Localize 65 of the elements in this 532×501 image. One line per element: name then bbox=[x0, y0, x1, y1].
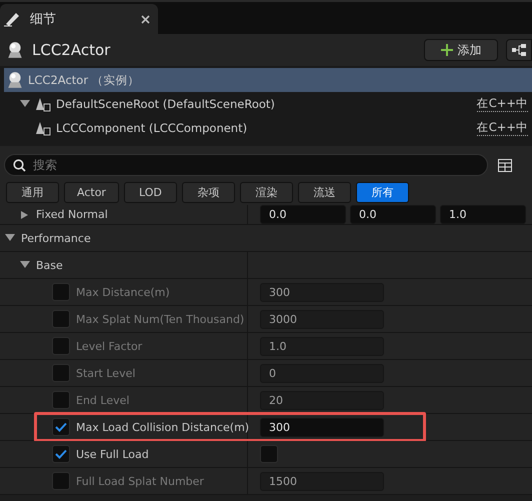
expand-arrow-icon[interactable] bbox=[20, 210, 30, 218]
checkbox[interactable] bbox=[52, 391, 70, 409]
property-label: Fixed Normal bbox=[36, 208, 108, 221]
filter-tab[interactable]: Actor bbox=[64, 182, 119, 203]
component-label: LCCComponent (LCCComponent) bbox=[56, 121, 248, 135]
plus-icon bbox=[440, 44, 452, 56]
property-label: Full Load Splat Number bbox=[76, 474, 204, 488]
component-row[interactable]: DefaultSceneRoot (DefaultSceneRoot) 在C++中 bbox=[4, 92, 532, 116]
number-field[interactable]: 3000 bbox=[260, 310, 384, 328]
tab-title: 细节 bbox=[30, 11, 57, 28]
property-label: Max Splat Num(Ten Thousand) bbox=[76, 312, 244, 326]
component-row[interactable]: LCC2Actor （实例） bbox=[4, 68, 532, 92]
number-field[interactable]: 300 bbox=[260, 282, 384, 302]
hierarchy-icon bbox=[512, 44, 526, 56]
checkbox[interactable] bbox=[52, 472, 70, 490]
close-icon[interactable] bbox=[141, 14, 150, 24]
component-label: DefaultSceneRoot (DefaultSceneRoot) bbox=[56, 97, 276, 111]
edit-in-cpp-link[interactable]: 在C++中 bbox=[476, 96, 528, 112]
checkbox[interactable] bbox=[260, 445, 278, 463]
filter-tab[interactable]: 流送 bbox=[298, 182, 351, 203]
hierarchy-button[interactable] bbox=[506, 39, 532, 61]
add-button[interactable]: 添加 bbox=[424, 39, 498, 61]
property-label: Max Load Collision Distance(m) bbox=[76, 420, 250, 434]
filter-tab[interactable]: 所有 bbox=[356, 182, 409, 203]
subcategory-title: Base bbox=[36, 258, 63, 272]
collapse-arrow-icon[interactable] bbox=[5, 234, 15, 242]
edit-in-cpp-link[interactable]: 在C++中 bbox=[476, 120, 528, 136]
filter-tab[interactable]: LOD bbox=[124, 182, 177, 203]
filter-tab[interactable]: 通用 bbox=[6, 182, 59, 203]
property-label: Level Factor bbox=[76, 340, 142, 352]
component-row[interactable]: LCCComponent (LCCComponent) 在C++中 bbox=[4, 116, 532, 140]
filter-tab[interactable]: 渲染 bbox=[240, 182, 293, 203]
search-icon bbox=[13, 159, 26, 172]
details-tab[interactable]: 细节 bbox=[0, 4, 158, 34]
number-field[interactable]: 0.0 bbox=[350, 205, 436, 224]
number-field[interactable]: 0.0 bbox=[260, 205, 346, 224]
checkbox[interactable] bbox=[52, 310, 70, 328]
checkbox[interactable] bbox=[52, 445, 70, 463]
checkbox[interactable] bbox=[52, 283, 70, 301]
property-label: Use Full Load bbox=[76, 448, 149, 460]
checkbox[interactable] bbox=[52, 364, 70, 382]
pencil-icon bbox=[4, 11, 22, 27]
actor-title: LCC2Actor bbox=[32, 41, 112, 59]
component-icon bbox=[34, 120, 52, 136]
number-field[interactable]: 300 bbox=[260, 418, 384, 436]
category-title: Performance bbox=[21, 232, 91, 244]
search-field[interactable]: 搜索 bbox=[4, 154, 488, 176]
number-field[interactable]: 1500 bbox=[260, 472, 384, 490]
filter-tab[interactable]: 杂项 bbox=[182, 182, 235, 203]
component-label: LCC2Actor （实例） bbox=[28, 72, 141, 88]
checkbox[interactable] bbox=[52, 418, 70, 436]
property-label: Max Distance(m) bbox=[76, 286, 170, 298]
number-field[interactable]: 1.0 bbox=[440, 205, 526, 224]
number-field[interactable]: 1.0 bbox=[260, 336, 384, 356]
collapse-arrow-icon[interactable] bbox=[20, 261, 30, 269]
sphere-icon bbox=[6, 71, 24, 89]
property-label: End Level bbox=[76, 394, 130, 406]
sphere-icon bbox=[6, 41, 24, 59]
component-icon bbox=[34, 96, 52, 112]
number-field[interactable]: 0 bbox=[260, 364, 384, 382]
collapse-arrow-icon[interactable] bbox=[20, 100, 30, 108]
checkbox[interactable] bbox=[52, 337, 70, 355]
table-view-icon[interactable] bbox=[498, 158, 512, 172]
property-label: Start Level bbox=[76, 366, 136, 380]
number-field[interactable]: 20 bbox=[260, 390, 384, 410]
